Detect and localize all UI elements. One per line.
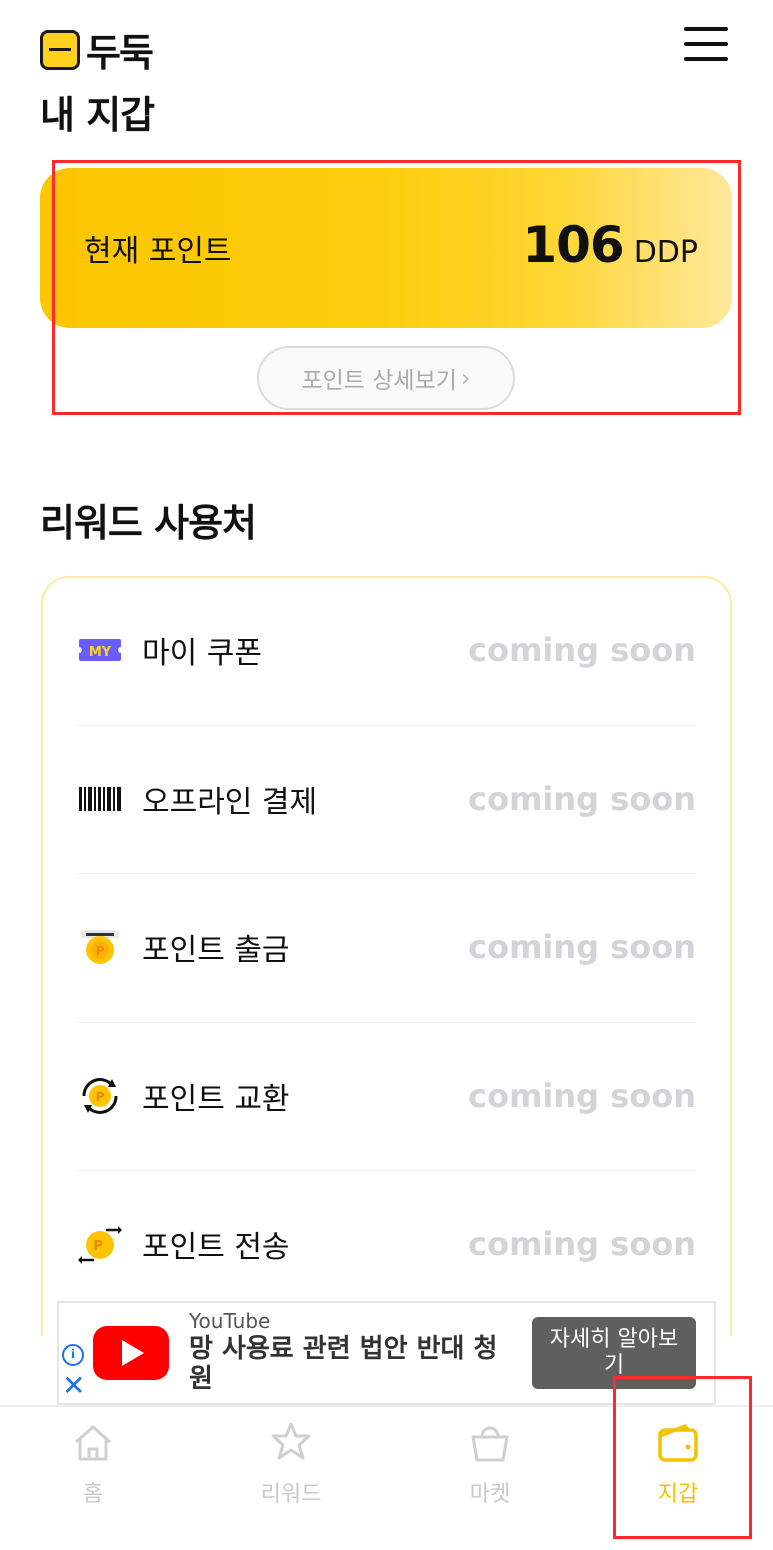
- coin-withdraw-icon: P: [76, 923, 124, 971]
- svg-text:P: P: [93, 1239, 103, 1254]
- nav-label: 홈: [82, 1482, 104, 1507]
- current-points-value: 106 DDP: [522, 216, 698, 274]
- app-logo[interactable]: 두둑: [40, 22, 154, 77]
- reward-item-point-exchange[interactable]: P 포인트 교환 coming soon: [76, 1022, 696, 1170]
- star-icon: [271, 1422, 311, 1460]
- wallet-icon: [658, 1424, 698, 1462]
- coin-exchange-icon: P: [76, 1072, 124, 1120]
- barcode-icon: [76, 775, 124, 823]
- reward-item-label: 포인트 출금: [142, 933, 290, 968]
- chevron-right-icon: ›: [460, 364, 471, 392]
- ad-title[interactable]: 망 사용료 관련 법안 반대 청원: [189, 1334, 509, 1394]
- nav-item-home[interactable]: 홈: [33, 1420, 153, 1508]
- reward-item-status: coming soon: [468, 1225, 696, 1263]
- logo-mark-icon: [40, 29, 80, 70]
- reward-item-my-coupon[interactable]: MY 마이 쿠폰 coming soon: [76, 576, 696, 724]
- shopping-bag-icon: [471, 1426, 509, 1462]
- page-title: 내 지갑: [40, 93, 155, 137]
- reward-item-label: 오프라인 결제: [142, 785, 318, 820]
- reward-item-label: 마이 쿠폰: [142, 636, 262, 671]
- points-unit: DDP: [633, 235, 698, 270]
- logo-text: 두둑: [86, 31, 154, 75]
- svg-text:P: P: [96, 1090, 105, 1104]
- ad-close-icon[interactable]: ✕: [62, 1372, 85, 1400]
- reward-item-status: coming soon: [468, 928, 696, 966]
- point-detail-button[interactable]: 포인트 상세보기 ›: [257, 346, 515, 410]
- point-detail-label: 포인트 상세보기: [301, 368, 457, 394]
- reward-item-label: 포인트 교환: [142, 1082, 290, 1117]
- rewards-section-title: 리워드 사용처: [40, 501, 257, 545]
- reward-item-point-transfer[interactable]: P 포인트 전송 coming soon: [76, 1170, 696, 1318]
- reward-item-point-withdraw[interactable]: P 포인트 출금 coming soon: [76, 873, 696, 1021]
- nav-item-market[interactable]: 마켓: [430, 1420, 550, 1508]
- coin-transfer-icon: P: [76, 1220, 124, 1268]
- points-number: 106: [522, 216, 624, 274]
- reward-item-status: coming soon: [468, 1077, 696, 1115]
- current-points-label: 현재 포인트: [84, 234, 232, 269]
- hamburger-menu-icon[interactable]: [684, 27, 728, 61]
- nav-item-rewards[interactable]: 리워드: [231, 1420, 351, 1508]
- home-icon: [75, 1425, 111, 1461]
- nav-item-wallet[interactable]: 지갑: [618, 1420, 738, 1508]
- reward-item-offline-payment[interactable]: 오프라인 결제 coming soon: [76, 725, 696, 873]
- ad-source: YouTube: [189, 1309, 271, 1333]
- ad-info-icon[interactable]: i: [62, 1344, 84, 1366]
- my-coupon-icon: MY: [76, 626, 124, 674]
- reward-item-status: coming soon: [468, 780, 696, 818]
- nav-label: 마켓: [469, 1482, 511, 1507]
- youtube-logo-icon: [93, 1326, 169, 1380]
- nav-label: 리워드: [260, 1482, 322, 1507]
- nav-label: 지갑: [657, 1482, 699, 1507]
- ad-learn-more-button[interactable]: 자세히 알아보기: [532, 1317, 696, 1389]
- svg-text:P: P: [96, 944, 105, 958]
- reward-item-label: 포인트 전송: [142, 1230, 290, 1265]
- reward-item-status: coming soon: [468, 631, 696, 669]
- svg-text:MY: MY: [89, 645, 112, 660]
